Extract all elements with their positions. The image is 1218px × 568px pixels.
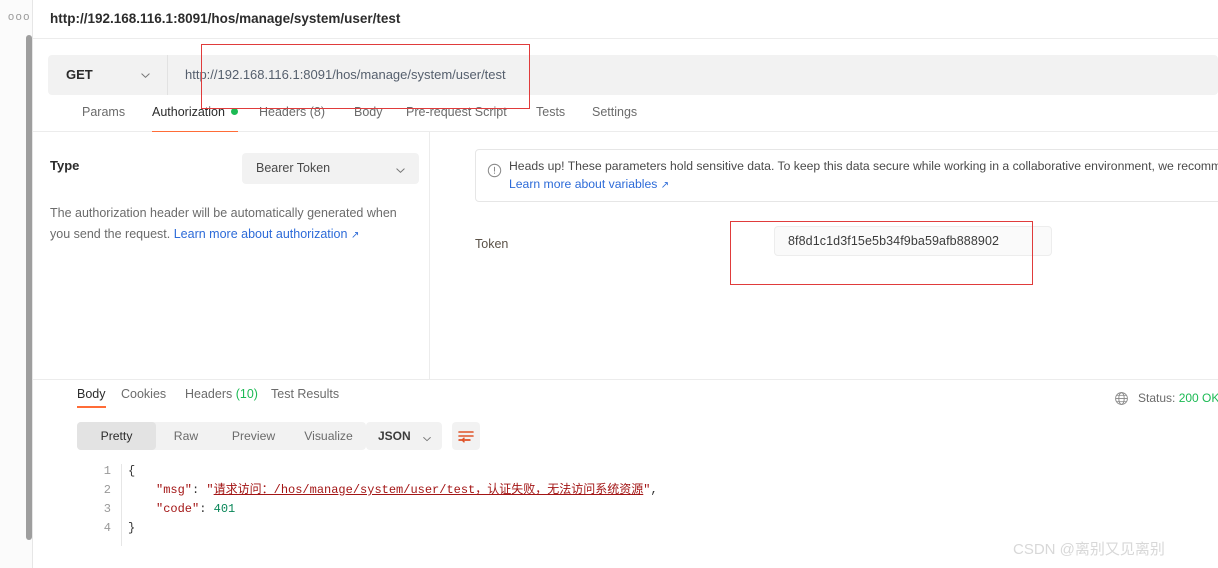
response-tabs: Body Cookies Headers (10) Test Results S…: [33, 380, 1218, 410]
json-key: "msg": [156, 483, 193, 497]
modified-dot-icon: [230, 108, 238, 115]
vertical-scrollbar[interactable]: [26, 35, 32, 540]
token-value: 8f8d1c1d3f15e5b34f9ba59afb888902: [788, 234, 1000, 248]
chevron-down-icon: [395, 163, 406, 174]
url-value: http://192.168.116.1:8091/hos/manage/sys…: [185, 67, 506, 82]
response-view-modes: Pretty Raw Preview Visualize: [77, 422, 366, 450]
notice-text: Heads up! These parameters hold sensitiv…: [509, 159, 1218, 173]
tab-params[interactable]: Params: [82, 105, 125, 132]
tab-tests[interactable]: Tests: [536, 105, 565, 132]
watermark: CSDN @离别又见离别: [1013, 541, 1165, 558]
gutter-divider: [121, 464, 122, 546]
json-close-brace: }: [128, 521, 136, 535]
ellipsis-icon[interactable]: ooo: [8, 12, 31, 23]
view-mode-visualize[interactable]: Visualize: [291, 422, 366, 450]
token-input[interactable]: 8f8d1c1d3f15e5b34f9ba59afb888902: [774, 226, 1052, 256]
tab-label: Settings: [592, 105, 638, 119]
token-label: Token: [475, 237, 509, 251]
request-title-bar: http://192.168.116.1:8091/hos/manage/sys…: [33, 0, 1218, 39]
main-panel: http://192.168.116.1:8091/hos/manage/sys…: [33, 0, 1218, 568]
auth-type-value: Bearer Token: [256, 161, 331, 175]
view-mode-pretty[interactable]: Pretty: [77, 422, 156, 450]
auth-type-select[interactable]: Bearer Token: [242, 153, 419, 184]
line-number: 1: [103, 464, 111, 478]
line-number: 4: [103, 521, 111, 535]
json-number: 401: [213, 502, 236, 516]
authorization-left-panel: Type Bearer Token The authorization head…: [33, 132, 430, 379]
status-value: 200 OK: [1178, 391, 1218, 405]
chevron-down-icon: [140, 68, 151, 79]
method-selector[interactable]: GET: [48, 55, 168, 95]
tab-label: Cookies: [121, 387, 167, 401]
link-label: Learn more about authorization: [173, 227, 348, 241]
external-link-icon: ↗: [660, 180, 670, 191]
line-number-gutter: 1 2 3 4: [77, 462, 111, 557]
code-line: {: [128, 462, 658, 481]
url-input[interactable]: http://192.168.116.1:8091/hos/manage/sys…: [168, 55, 1218, 95]
globe-icon: [1114, 391, 1129, 406]
tab-body[interactable]: Body: [354, 105, 383, 132]
tab-settings[interactable]: Settings: [592, 105, 637, 132]
json-colon: :: [199, 502, 214, 516]
link-label: Learn more about variables: [509, 177, 658, 191]
view-mode-raw[interactable]: Raw: [156, 422, 216, 450]
response-format-select[interactable]: JSON: [366, 422, 442, 450]
line-number: 2: [103, 483, 111, 497]
auth-description: The authorization header will be automat…: [50, 203, 420, 246]
json-comma: ,: [650, 483, 658, 497]
json-quote: ": [206, 483, 214, 497]
response-tab-test-results[interactable]: Test Results: [271, 387, 339, 401]
authorization-right-panel: Heads up! These parameters hold sensitiv…: [431, 132, 1218, 379]
tab-label: Headers: [185, 387, 233, 401]
learn-more-variables-link[interactable]: Learn more about variables ↗: [509, 177, 669, 191]
status-text: Status: 200 OK: [1138, 391, 1218, 405]
wrap-lines-icon[interactable]: [452, 422, 480, 450]
status-prefix: Status:: [1138, 391, 1176, 405]
external-link-icon: ↗: [350, 230, 360, 241]
request-tabs: Params Authorization Headers (8) Body Pr…: [33, 105, 1218, 133]
code-line: "code": 401: [128, 500, 658, 519]
json-string-link[interactable]: 请求访问：/hos/manage/system/user/test，认证失败，无…: [214, 483, 644, 497]
tab-headers[interactable]: Headers (8): [259, 105, 325, 132]
auth-type-label: Type: [50, 158, 80, 173]
tab-pre-request-script[interactable]: Pre-request Script: [406, 105, 507, 132]
info-circle-icon: [487, 163, 502, 178]
line-number: 3: [103, 502, 111, 516]
json-open-brace: {: [128, 464, 136, 478]
sensitive-data-notice: Heads up! These parameters hold sensitiv…: [475, 149, 1218, 202]
tab-label: Body: [354, 105, 383, 119]
response-tab-headers[interactable]: Headers (10): [185, 387, 258, 401]
tab-label: Params: [82, 105, 126, 119]
response-tab-body[interactable]: Body: [77, 387, 106, 408]
left-rail: ooo: [0, 0, 33, 568]
code-line: }: [128, 519, 658, 538]
json-colon: :: [192, 483, 207, 497]
headers-count: (10): [235, 387, 258, 401]
code-line: "msg": "请求访问：/hos/manage/system/user/tes…: [128, 481, 658, 500]
postman-window: ooo http://192.168.116.1:8091/hos/manage…: [0, 0, 1218, 568]
method-label: GET: [66, 67, 93, 82]
response-status: Status: 200 OK: [1100, 390, 1218, 410]
tab-label: Pre-request Script: [406, 105, 507, 119]
tab-label: Body: [77, 387, 106, 401]
active-tab-underline: [77, 406, 106, 408]
view-mode-preview[interactable]: Preview: [216, 422, 291, 450]
tab-label: Tests: [536, 105, 566, 119]
tab-label: Authorization: [152, 105, 225, 119]
learn-more-authorization-link[interactable]: Learn more about authorization ↗: [174, 227, 360, 241]
tab-authorization[interactable]: Authorization: [152, 105, 238, 133]
url-row: GET http://192.168.116.1:8091/hos/manage…: [48, 55, 1218, 95]
code-lines: { "msg": "请求访问：/hos/manage/system/user/t…: [128, 462, 658, 557]
chevron-down-icon: [422, 431, 432, 442]
format-value: JSON: [378, 429, 411, 443]
tab-label: Test Results: [271, 387, 340, 401]
response-tab-cookies[interactable]: Cookies: [121, 387, 166, 401]
tab-label: Headers (8): [259, 105, 325, 119]
json-key: "code": [156, 502, 200, 516]
request-title: http://192.168.116.1:8091/hos/manage/sys…: [50, 11, 401, 26]
